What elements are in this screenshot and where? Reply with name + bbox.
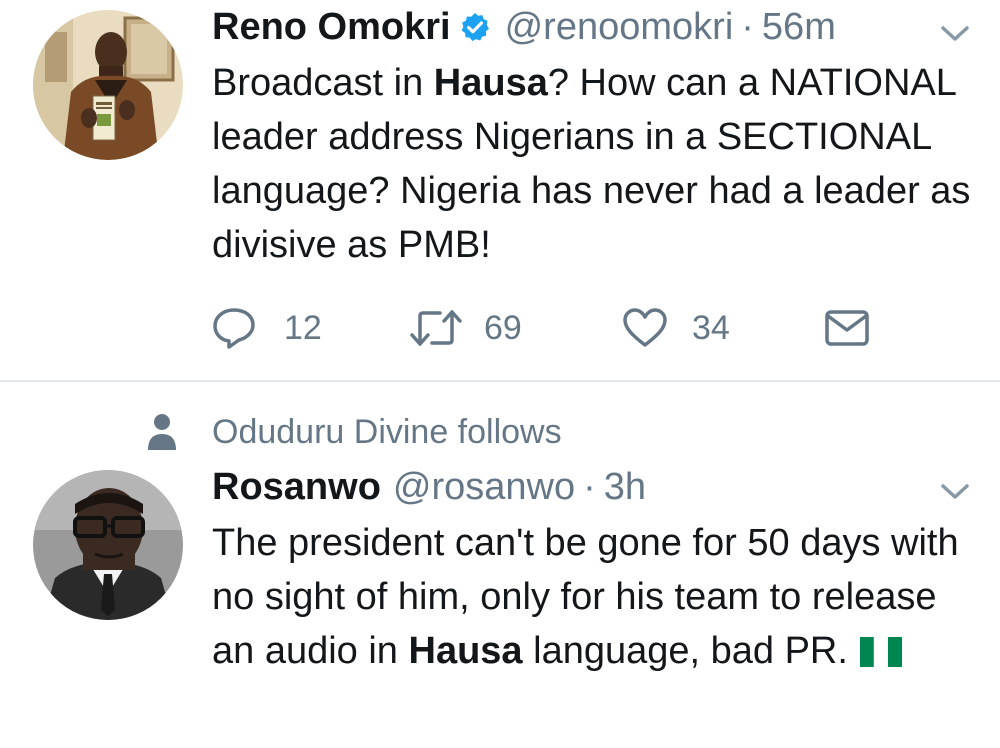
timestamp[interactable]: 56m <box>762 6 836 49</box>
tweet-text: The president can't be gone for 50 days … <box>212 516 982 678</box>
reply-count: 12 <box>284 308 322 347</box>
separator-dot: · <box>583 465 596 508</box>
tweet-header: Rosanwo @rosanwo · 3h <box>212 462 646 512</box>
retweet-button[interactable]: 69 <box>410 306 522 350</box>
reply-icon <box>213 308 255 349</box>
nigeria-flag-icon <box>859 637 902 667</box>
retweet-count: 69 <box>484 308 522 347</box>
chevron-down-icon[interactable] <box>940 24 970 44</box>
avatar-image <box>33 10 183 160</box>
timestamp[interactable]: 3h <box>604 466 646 509</box>
envelope-icon <box>825 310 869 346</box>
tweet-text-part: Broadcast in <box>212 62 434 104</box>
like-count: 34 <box>692 308 730 347</box>
verified-badge-icon <box>461 13 489 41</box>
avatar[interactable] <box>33 470 183 620</box>
heart-icon <box>623 308 667 347</box>
direct-message-button[interactable] <box>824 306 870 350</box>
author-handle[interactable]: @renoomokri <box>505 6 734 49</box>
chevron-down-icon[interactable] <box>940 482 970 502</box>
avatar-image <box>33 470 183 620</box>
like-button[interactable]: 34 <box>622 306 730 350</box>
tweet-header: Reno Omokri @renoomokri · 56m <box>212 2 836 52</box>
author-name[interactable]: Rosanwo <box>212 466 381 509</box>
tweet-text-part: language, bad PR. <box>522 630 848 672</box>
tweet-text-bold: Hausa <box>433 62 548 104</box>
avatar[interactable] <box>33 10 183 160</box>
author-handle[interactable]: @rosanwo <box>393 466 575 509</box>
separator-dot: · <box>741 5 754 48</box>
tweet-text-bold: Hausa <box>408 630 523 672</box>
social-context-text[interactable]: Oduduru Divine follows <box>212 410 562 454</box>
tweet[interactable]: Reno Omokri @renoomokri · 56m Broadcast … <box>0 0 1000 380</box>
retweet-icon <box>410 310 462 346</box>
tweet[interactable]: Oduduru Divine follows Rosanwo @rosanwo … <box>0 382 1000 748</box>
reply-button[interactable]: 12 <box>212 306 322 350</box>
person-icon <box>148 414 176 450</box>
tweet-text: Broadcast in Hausa? How can a NATIONAL l… <box>212 56 982 272</box>
tweet-actions: 12 69 34 <box>212 306 912 350</box>
author-name[interactable]: Reno Omokri <box>212 6 451 49</box>
social-context: Oduduru Divine follows <box>0 410 1000 454</box>
